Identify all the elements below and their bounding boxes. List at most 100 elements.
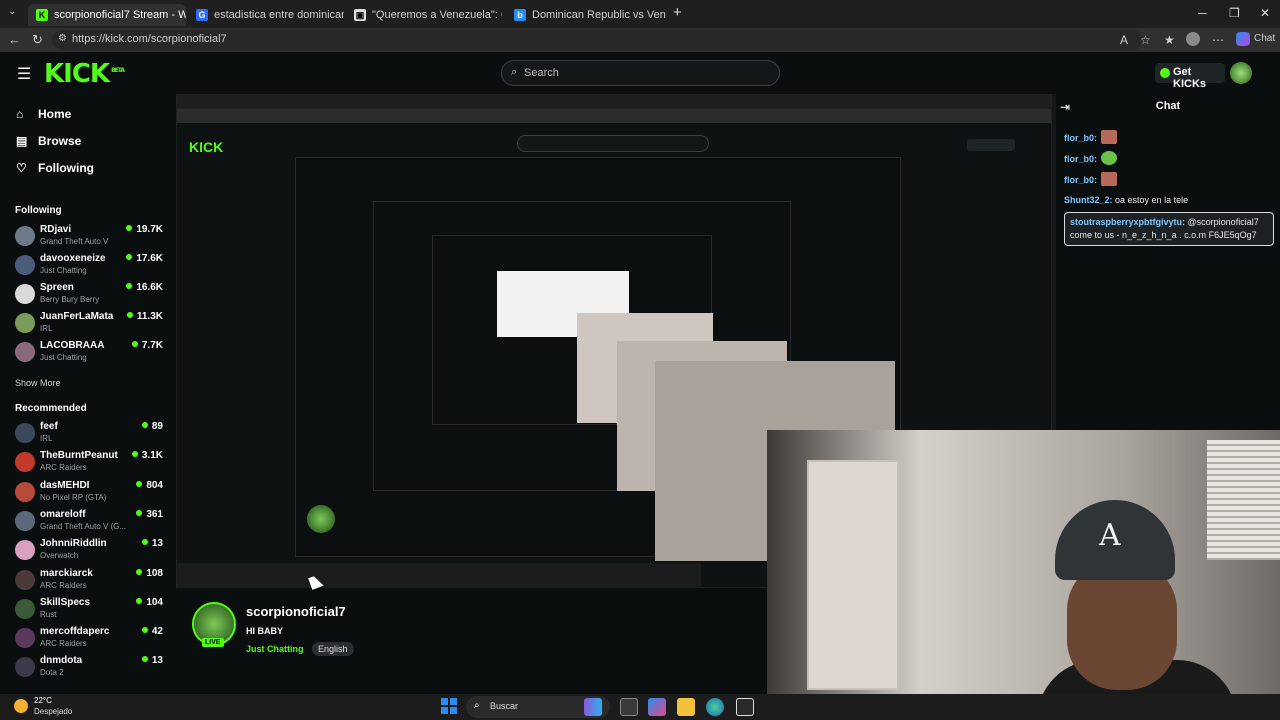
minimize-icon[interactable]: ─ bbox=[1198, 6, 1207, 20]
nav-browse[interactable]: ▤ Browse bbox=[16, 131, 81, 151]
task-view-icon[interactable] bbox=[620, 698, 638, 716]
copilot-icon[interactable] bbox=[1236, 32, 1250, 46]
channel-category: Grand Theft Auto V (G... bbox=[40, 521, 127, 531]
chat-username[interactable]: flor_b0: bbox=[1064, 154, 1097, 164]
chat-username[interactable]: flor_b0: bbox=[1064, 133, 1097, 143]
channel-category: ARC Raiders bbox=[40, 639, 87, 649]
site-info-icon[interactable]: ⚙ bbox=[58, 33, 67, 44]
channel-category: Grand Theft Auto V bbox=[40, 237, 109, 246]
back-icon[interactable]: ← bbox=[8, 32, 21, 47]
get-kicks-button[interactable]: Get KICKs bbox=[1155, 63, 1225, 90]
channel-row[interactable]: JohnniRiddlin Overwatch 13 bbox=[15, 536, 165, 564]
favorite-star-icon[interactable]: ☆ bbox=[1140, 33, 1151, 47]
channel-avatar bbox=[15, 569, 35, 590]
channel-row[interactable]: omareloff Grand Theft Auto V (G... 361 bbox=[15, 507, 165, 535]
home-icon: ⌂ bbox=[16, 107, 24, 121]
hamburger-menu-icon[interactable]: ☰ bbox=[17, 64, 31, 84]
chat-username[interactable]: stoutraspberryxpbtfgivytu: bbox=[1070, 217, 1185, 227]
language-tag[interactable]: English bbox=[312, 642, 354, 656]
chat-title: Chat bbox=[1155, 100, 1181, 112]
viewer-count: 16.6K bbox=[126, 282, 163, 293]
channel-row[interactable]: LACOBRAAA Just Chatting 7.7K bbox=[15, 338, 165, 366]
tab-kick-stream[interactable]: K scorpionoficial7 Stream - Watch Li ✕ bbox=[28, 4, 186, 26]
channel-name: dnmdota bbox=[40, 655, 83, 667]
close-window-icon[interactable]: ✕ bbox=[1260, 6, 1270, 20]
channel-name: SkillSpecs bbox=[40, 596, 91, 608]
start-button[interactable] bbox=[441, 698, 457, 714]
chat-text: oa estoy en la tele bbox=[1115, 195, 1189, 205]
viewer-count: 104 bbox=[136, 597, 163, 608]
channel-category: No Pixel RP (GTA) bbox=[40, 492, 107, 502]
window-blinds bbox=[1207, 440, 1280, 560]
tab-title: "Queremos a Venezuela": Crece la bbox=[372, 9, 502, 21]
show-more-button[interactable]: Show More bbox=[15, 378, 61, 388]
channel-name: LACOBRAAA bbox=[40, 340, 105, 351]
channel-row[interactable]: TheBurntPeanut ARC Raiders 3.1K bbox=[15, 448, 165, 476]
chat-username[interactable]: Shunt32_2: bbox=[1064, 195, 1113, 205]
channel-row[interactable]: marckiarck ARC Raiders 108 bbox=[15, 566, 165, 594]
channel-row[interactable]: dasMEHDI No Pixel RP (GTA) 804 bbox=[15, 478, 165, 506]
search-favicon-icon: G bbox=[196, 9, 208, 21]
reload-icon[interactable]: ↻ bbox=[32, 32, 43, 48]
channel-avatar bbox=[15, 423, 35, 443]
chat-button[interactable]: Chat bbox=[1254, 33, 1275, 44]
viewer-count: 108 bbox=[136, 568, 163, 579]
maximize-icon[interactable]: ❐ bbox=[1229, 6, 1240, 20]
search-input[interactable]: ⌕ Search bbox=[501, 60, 780, 86]
nested-taskbar bbox=[177, 563, 701, 588]
file-explorer-icon[interactable] bbox=[677, 698, 695, 716]
viewer-count: 42 bbox=[142, 626, 163, 637]
category-link[interactable]: Just Chatting bbox=[246, 644, 304, 654]
channel-category: Berry Bury Berry bbox=[40, 295, 100, 304]
webcam-overlay: A bbox=[767, 430, 1280, 720]
live-badge: LIVE bbox=[202, 638, 224, 647]
viewer-count: 11.3K bbox=[127, 311, 163, 322]
tab-title: Dominican Republic vs Venezuela bbox=[532, 9, 666, 21]
channel-name: mercoffdaperc bbox=[40, 626, 110, 638]
channel-row[interactable]: dnmdota Dota 2 13 bbox=[15, 653, 165, 681]
more-menu-icon[interactable]: ⋯ bbox=[1212, 33, 1224, 47]
favorites-icon[interactable]: ★ bbox=[1164, 33, 1175, 47]
recommended-heading: Recommended bbox=[15, 403, 87, 414]
channel-row[interactable]: davooxeneize Just Chatting 17.6K bbox=[15, 251, 165, 279]
channel-name: marckiarck bbox=[40, 567, 93, 579]
channel-row[interactable]: feef IRL 89 bbox=[15, 419, 165, 447]
new-tab-button[interactable]: + bbox=[673, 4, 682, 21]
channel-name: JuanFerLaMata bbox=[40, 311, 114, 322]
user-avatar[interactable] bbox=[1230, 62, 1252, 84]
nav-home[interactable]: ⌂ Home bbox=[16, 104, 71, 124]
nav-following[interactable]: ♡ Following bbox=[16, 158, 94, 178]
copilot-app-icon[interactable] bbox=[648, 698, 666, 716]
store-icon[interactable] bbox=[736, 698, 754, 716]
tab-queremos-venezuela[interactable]: ▣ "Queremos a Venezuela": Crece la ✕ bbox=[346, 4, 502, 26]
chat-panel: ⇥ Chat flor_b0: flor_b0: flor_b0: Shunt3… bbox=[1056, 94, 1280, 430]
nested-kick-logo: KICK bbox=[189, 139, 224, 155]
channel-name[interactable]: scorpionoficial7 bbox=[246, 604, 346, 619]
channel-name: omareloff bbox=[40, 508, 86, 520]
weather-widget[interactable]: 22°C Despejado bbox=[14, 696, 94, 718]
chat-message: flor_b0: bbox=[1064, 172, 1274, 187]
kick-logo[interactable]: KICK BETA bbox=[44, 59, 125, 89]
nested-avatar bbox=[307, 505, 335, 533]
nested-address-bar bbox=[177, 109, 1051, 123]
tab-dominican-vs-venezuela[interactable]: b Dominican Republic vs Venezuela ✕ bbox=[506, 4, 666, 26]
viewer-count: 804 bbox=[136, 480, 163, 491]
stream-info: LIVE scorpionoficial7 HI BABY Just Chatt… bbox=[176, 590, 766, 694]
read-aloud-icon[interactable]: A bbox=[1120, 33, 1128, 47]
channel-row[interactable]: RDjavi Grand Theft Auto V 19.7K bbox=[15, 222, 165, 250]
temperature: 22°C bbox=[34, 696, 52, 705]
viewer-count: 17.6K bbox=[126, 253, 163, 264]
channel-row[interactable]: Spreen Berry Bury Berry 16.6K bbox=[15, 280, 165, 308]
tab-estadistica[interactable]: G estadistica entre dominicana vs ve ✕ bbox=[188, 4, 344, 26]
profile-avatar[interactable] bbox=[1186, 32, 1200, 46]
url-field[interactable]: ⚙ https://kick.com/scorpionoficial7 bbox=[52, 30, 1142, 50]
tab-list-icon[interactable]: ⌄ bbox=[8, 6, 16, 17]
copilot-taskbar-icon[interactable] bbox=[584, 698, 602, 716]
chat-username[interactable]: flor_b0: bbox=[1064, 175, 1097, 185]
channel-row[interactable]: mercoffdaperc ARC Raiders 42 bbox=[15, 624, 165, 652]
viewer-count: 89 bbox=[142, 421, 163, 432]
channel-row[interactable]: JuanFerLaMata IRL 11.3K bbox=[15, 309, 165, 337]
channel-avatar bbox=[15, 657, 35, 678]
channel-row[interactable]: SkillSpecs Rust 104 bbox=[15, 595, 165, 623]
edge-browser-icon[interactable] bbox=[706, 698, 724, 716]
